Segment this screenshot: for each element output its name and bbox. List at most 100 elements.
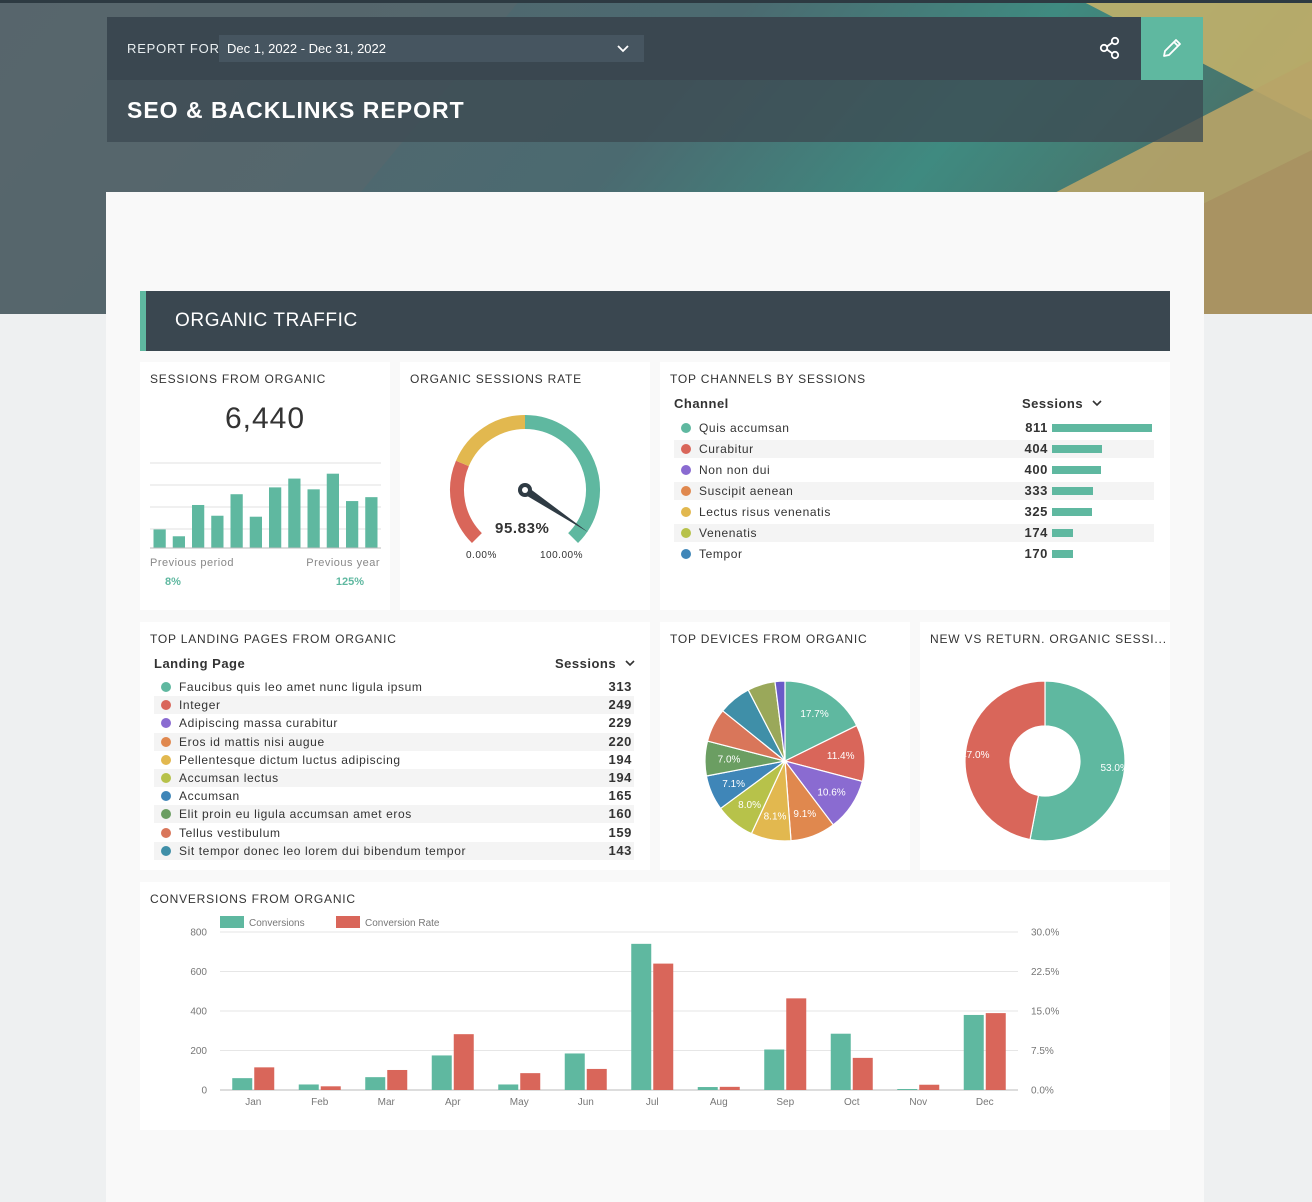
sessions-column-header[interactable]: Sessions [1022,396,1102,411]
channel-row[interactable]: Non non dui 400 [674,461,1154,479]
landing-page-row[interactable]: Eros id mattis nisi augue 220 [154,732,634,751]
conversion-rate-bar [719,1086,740,1090]
landing-page-sessions-value: 143 [608,842,632,858]
sparkline-bar [153,529,166,548]
channel-sessions-bar [1052,445,1102,453]
pie-slice-label: 7.1% [722,779,745,790]
landing-page-label: Accumsan lectus [179,771,279,785]
previous-year-label: Previous year [306,557,380,569]
conversions-bar-chart: Conversions Conversion Rate 0 200 400 600 800 0… [190,916,1059,1108]
channel-row[interactable]: Curabitur 404 [674,440,1154,458]
y-left-tick-label: 800 [190,928,207,939]
legend-dot [161,754,171,765]
landing-page-row[interactable]: Elit proin eu ligula accumsan amet eros … [154,805,634,824]
channel-row[interactable]: Venenatis 174 [674,524,1154,542]
landing-page-row[interactable]: Tellus vestibulum 159 [154,824,634,842]
conversion-rate-bar [254,1067,275,1090]
landing-page-label: Faucibus quis leo amet nunc ligula ipsum [179,680,423,694]
date-range-dropdown[interactable]: Dec 1, 2022 - Dec 31, 2022 [219,35,644,62]
conversions-bar [298,1084,319,1090]
pie-slice-label: 47.0% [961,750,989,761]
landing-page-row[interactable]: Sit tempor donec leo lorem dui bibendum … [154,841,634,860]
channel-row[interactable]: Tempor 170 [674,545,1154,563]
legend-dot [681,444,691,454]
y-right-tick-label: 7.5% [1031,1046,1054,1057]
chevron-down-icon [1092,400,1102,407]
x-tick-label: Mar [378,1097,396,1108]
channel-label: Venenatis [699,526,758,540]
edit-button[interactable] [1141,17,1203,80]
legend-dot [681,423,691,433]
channel-label: Lectus risus venenatis [699,505,831,519]
conversion-rate-bar [852,1057,873,1090]
chevron-down-icon [617,45,629,53]
previous-period-label: Previous period [150,557,234,569]
sparkline-bar [230,494,243,548]
gauge-needle-hub-center [522,487,528,493]
sparkline-bar [326,473,339,548]
landing-page-label: Pellentesque dictum luctus adipiscing [179,752,401,767]
sessions-column-label: Sessions [555,656,617,671]
legend-dot [681,465,691,475]
gauge-low-segment [450,460,483,544]
conversion-rate-bar [387,1069,408,1090]
channel-sessions-value: 404 [1024,441,1048,456]
conversions-bar [365,1077,386,1090]
channel-sessions-value: 174 [1024,525,1048,540]
sessions-from-organic-card: SESSIONS FROM ORGANIC 6,440 Previous per… [140,362,390,610]
channel-row[interactable]: Suscipit aenean 333 [674,482,1154,500]
card-title: NEW VS RETURN. ORGANIC SESSI... [930,632,1167,646]
sessions-rate-gauge [450,415,600,544]
top-channels-card: TOP CHANNELS BY SESSIONS Channel Session… [660,362,1170,610]
conversions-bar [830,1033,851,1090]
landing-page-sessions-value: 159 [608,824,632,840]
landing-page-label: Accumsan [179,789,240,804]
sessions-column-header[interactable]: Sessions [555,656,635,671]
gauge-max-label: 100.00% [540,550,583,561]
landing-page-sessions-value: 220 [608,733,632,749]
channel-sessions-bar [1052,487,1094,495]
channel-sessions-bar [1052,508,1093,516]
conversion-rate-bar [520,1073,541,1090]
landing-page-row[interactable]: Adipiscing massa curabitur 229 [154,714,634,732]
landing-page-row[interactable]: Integer 249 [154,696,634,715]
channel-sessions-bar [1052,529,1074,537]
conversions-bar [963,1014,984,1090]
landing-page-row[interactable]: Pellentesque dictum luctus adipiscing 19… [154,751,634,769]
landing-page-row[interactable]: Accumsan 165 [154,787,634,805]
organic-sessions-rate-card: ORGANIC SESSIONS RATE 95.83% 0.00% 100.0… [400,362,650,610]
landing-page-row[interactable]: Faucibus quis leo amet nunc ligula ipsum… [154,678,634,696]
y-right-tick-label: 0.0% [1031,1086,1054,1097]
landing-page-sessions-value: 160 [608,806,632,822]
x-tick-label: Apr [445,1097,461,1108]
y-right-tick-label: 22.5% [1031,967,1059,978]
conversion-rate-bar [586,1068,607,1090]
chart-title: CONVERSIONS FROM ORGANIC [150,892,356,906]
devices-pie-chart: 17.7% 11.4% 10.6%9.1% 8.1%8.0% 7.1% 7.0% [704,680,866,842]
new-vs-return-card: NEW VS RETURN. ORGANIC SESSI... 53.0% 47.… [920,622,1170,870]
legend-dot [161,736,171,747]
pie-slice-label: 53.0% [1101,763,1129,774]
conversions-bar [498,1084,519,1090]
new-vs-return-donut: 53.0% 47.0% [961,680,1129,842]
landing-page-row[interactable]: Accumsan lectus 194 [154,769,634,787]
legend-dot [161,682,171,692]
channel-row[interactable]: Lectus risus venenatis 325 [674,503,1154,521]
pie-slice-label: 8.1% [764,812,787,823]
legend-dot [161,845,171,856]
legend-dot [161,809,171,820]
conversions-card: CONVERSIONS FROM ORGANIC Conversions Conv… [140,882,1170,1130]
conversions-bar [764,1049,785,1090]
channel-label: Suscipit aenean [699,484,794,498]
channel-sessions-value: 400 [1024,462,1048,477]
share-icon[interactable] [1097,35,1123,61]
previous-year-change: 125% [335,576,364,588]
pie-slice-label: 17.7% [800,709,828,720]
legend-dot [161,773,171,783]
legend-label-conversions: Conversions [249,918,305,929]
legend-dot [681,486,691,496]
landing-page-label: Integer [179,698,221,713]
date-range-value: Dec 1, 2022 - Dec 31, 2022 [227,41,386,56]
landing-page-label: Tellus vestibulum [179,825,281,840]
channel-row[interactable]: Quis accumsan 811 [674,419,1154,437]
